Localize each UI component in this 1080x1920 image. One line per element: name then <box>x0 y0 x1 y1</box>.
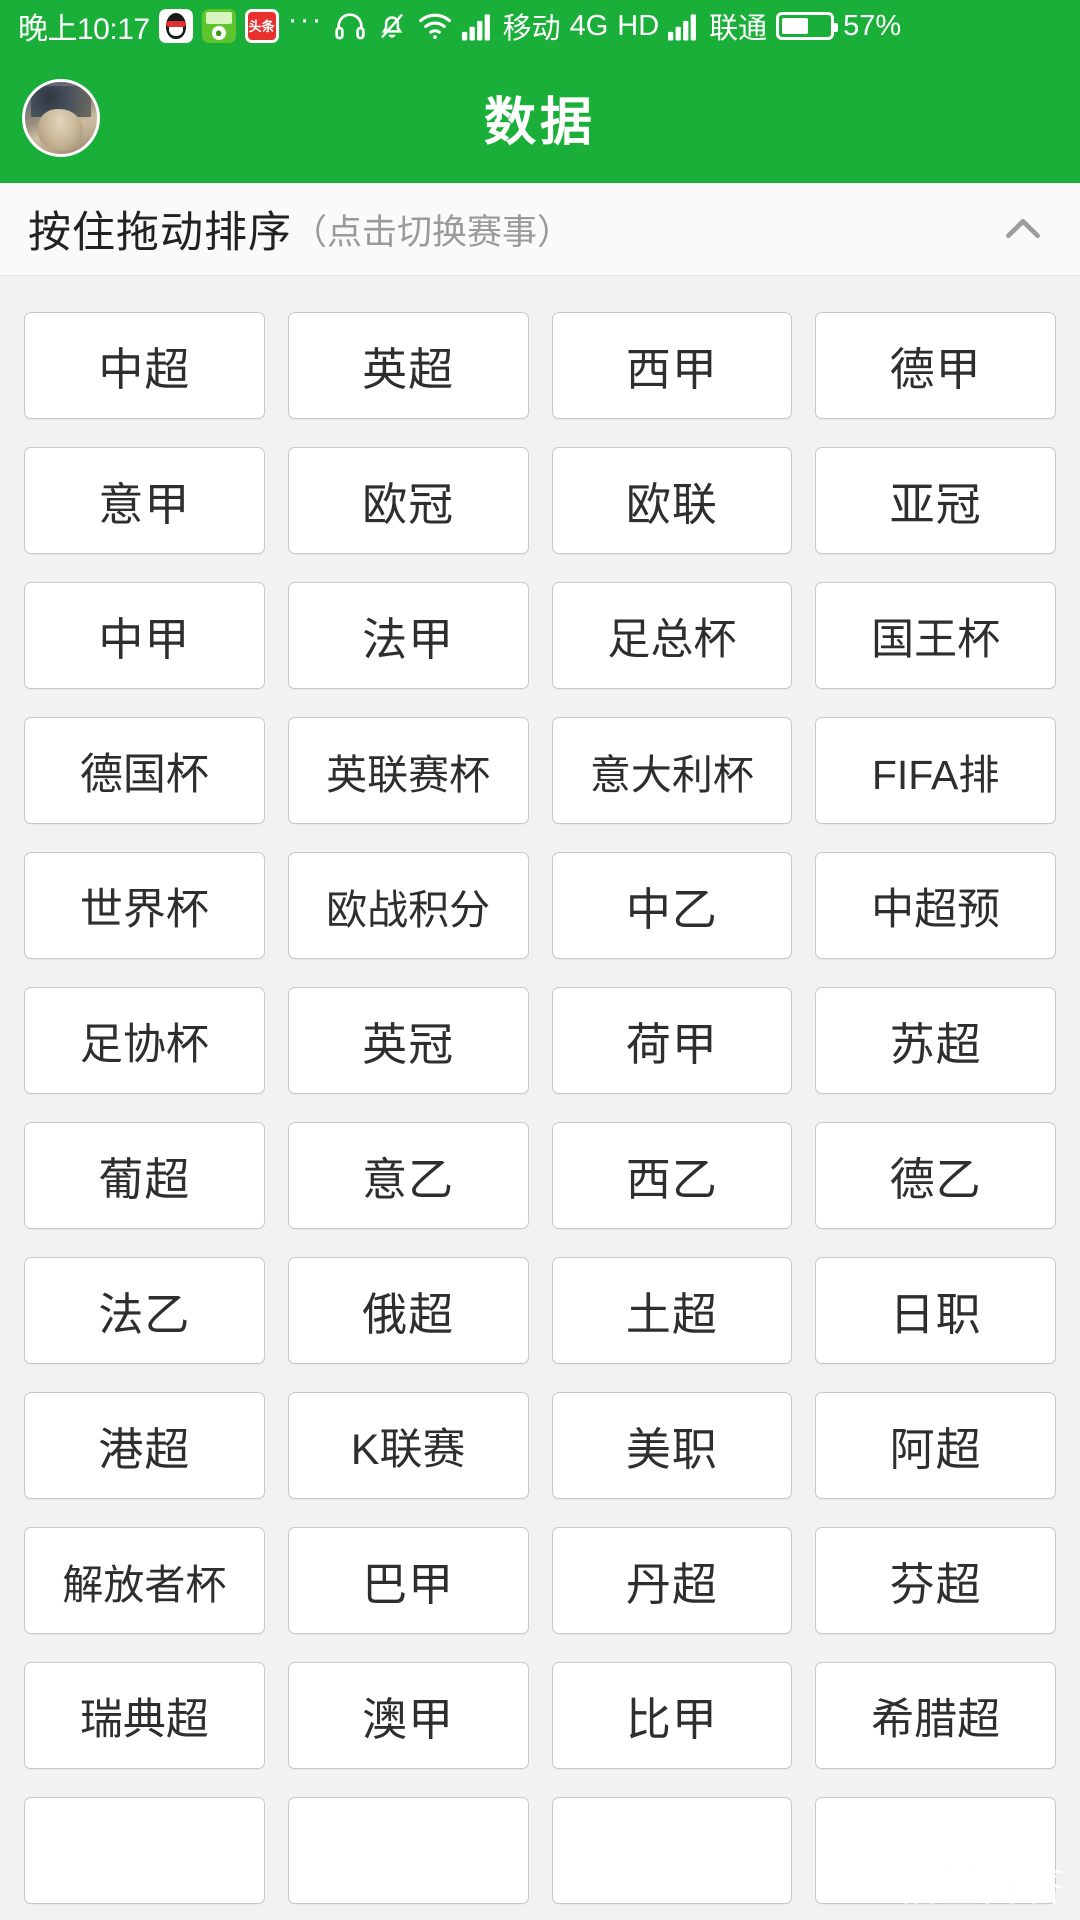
league-button[interactable]: 中乙 <box>551 852 793 959</box>
carrier-label-primary: 移动 <box>502 13 561 45</box>
football-app-icon <box>201 9 236 43</box>
league-button[interactable]: 巴甲 <box>287 1527 529 1634</box>
league-button[interactable] <box>551 1797 793 1904</box>
league-button[interactable]: 丹超 <box>551 1527 793 1634</box>
notification-overflow-icon: ··· <box>287 3 324 36</box>
league-button[interactable]: K联赛 <box>287 1392 529 1499</box>
league-button[interactable]: 国王杯 <box>815 582 1056 689</box>
league-button[interactable]: 法乙 <box>24 1257 265 1364</box>
league-button[interactable]: 比甲 <box>551 1662 793 1769</box>
league-button[interactable]: 意乙 <box>287 1122 529 1229</box>
league-button[interactable]: FIFA排 <box>815 717 1056 824</box>
league-button[interactable]: 日职 <box>815 1257 1056 1364</box>
league-button[interactable]: 阿超 <box>815 1392 1056 1499</box>
league-button[interactable]: 欧联 <box>551 447 793 554</box>
league-button[interactable]: 英冠 <box>287 987 529 1094</box>
league-button[interactable]: 苏超 <box>815 987 1056 1094</box>
league-button[interactable] <box>815 1797 1056 1904</box>
league-button[interactable]: 中超预 <box>815 852 1056 959</box>
league-button[interactable]: 荷甲 <box>551 987 793 1094</box>
league-button[interactable]: 英超 <box>287 312 529 419</box>
page-title: 数据 <box>483 94 596 152</box>
league-button[interactable]: 葡超 <box>24 1122 265 1229</box>
league-button[interactable]: 世界杯 <box>24 852 265 959</box>
hd-label: HD <box>617 9 660 42</box>
league-button[interactable]: 希腊超 <box>815 1662 1056 1769</box>
league-button[interactable]: 意甲 <box>24 447 265 554</box>
battery-icon <box>776 12 839 40</box>
qq-icon <box>158 9 193 43</box>
league-button[interactable]: 瑞典超 <box>24 1662 265 1769</box>
league-button[interactable]: 亚冠 <box>815 447 1056 554</box>
league-grid: 中超 英超 西甲 德甲意甲 欧冠 欧联 亚冠中甲 法甲 足总杯 国王杯德国杯 英联赛杯 意大利杯 FIF… <box>0 276 1080 1904</box>
league-button[interactable]: 德甲 <box>815 312 1056 419</box>
league-button[interactable]: 解放者杯 <box>24 1527 265 1634</box>
league-button[interactable]: 意大利杯 <box>551 717 793 824</box>
sort-section-header[interactable]: 按住拖动排序 （点击切换赛事） <box>0 183 1080 276</box>
league-button[interactable]: 欧战积分 <box>287 852 529 959</box>
league-button[interactable]: 俄超 <box>287 1257 529 1364</box>
league-button[interactable]: 足协杯 <box>24 987 265 1094</box>
wifi-icon <box>417 10 453 42</box>
toutiao-icon: 头条 <box>244 9 279 43</box>
bell-muted-icon <box>376 9 408 43</box>
app-title-bar: 数据 <box>0 52 1080 183</box>
status-clock: 晚上10:17 <box>18 13 150 46</box>
league-button[interactable]: 中甲 <box>24 582 265 689</box>
league-button[interactable]: 西甲 <box>551 312 793 419</box>
sort-instruction-hint: （点击切换赛事） <box>292 212 573 252</box>
status-bar: 晚上10:17 头条 ··· 移动 4G HD 联通 57% <box>0 0 1080 52</box>
league-button[interactable]: 土超 <box>551 1257 793 1364</box>
league-button[interactable]: 足总杯 <box>551 582 793 689</box>
league-button[interactable]: 西乙 <box>551 1122 793 1229</box>
chevron-up-icon[interactable] <box>996 202 1050 256</box>
league-button[interactable]: 德国杯 <box>24 717 265 824</box>
league-button[interactable]: 德乙 <box>815 1122 1056 1229</box>
league-button[interactable]: 港超 <box>24 1392 265 1499</box>
league-button[interactable] <box>287 1797 529 1904</box>
league-button[interactable]: 芬超 <box>815 1527 1056 1634</box>
league-button[interactable]: 中超 <box>24 312 265 419</box>
league-button[interactable]: 美职 <box>551 1392 793 1499</box>
league-button[interactable]: 澳甲 <box>287 1662 529 1769</box>
league-button[interactable] <box>24 1797 265 1904</box>
user-avatar[interactable] <box>22 78 100 157</box>
carrier-label-secondary: 联通 <box>709 13 768 45</box>
sort-instruction-label: 按住拖动排序 <box>28 209 292 257</box>
league-button[interactable]: 法甲 <box>287 582 529 689</box>
battery-percent-label: 57% <box>843 9 902 42</box>
headset-icon <box>333 9 367 43</box>
network-type-label: 4G <box>569 9 609 42</box>
signal-icon <box>461 11 494 41</box>
signal-icon-secondary <box>668 11 700 41</box>
league-button[interactable]: 欧冠 <box>287 447 529 554</box>
league-button[interactable]: 英联赛杯 <box>287 717 529 824</box>
